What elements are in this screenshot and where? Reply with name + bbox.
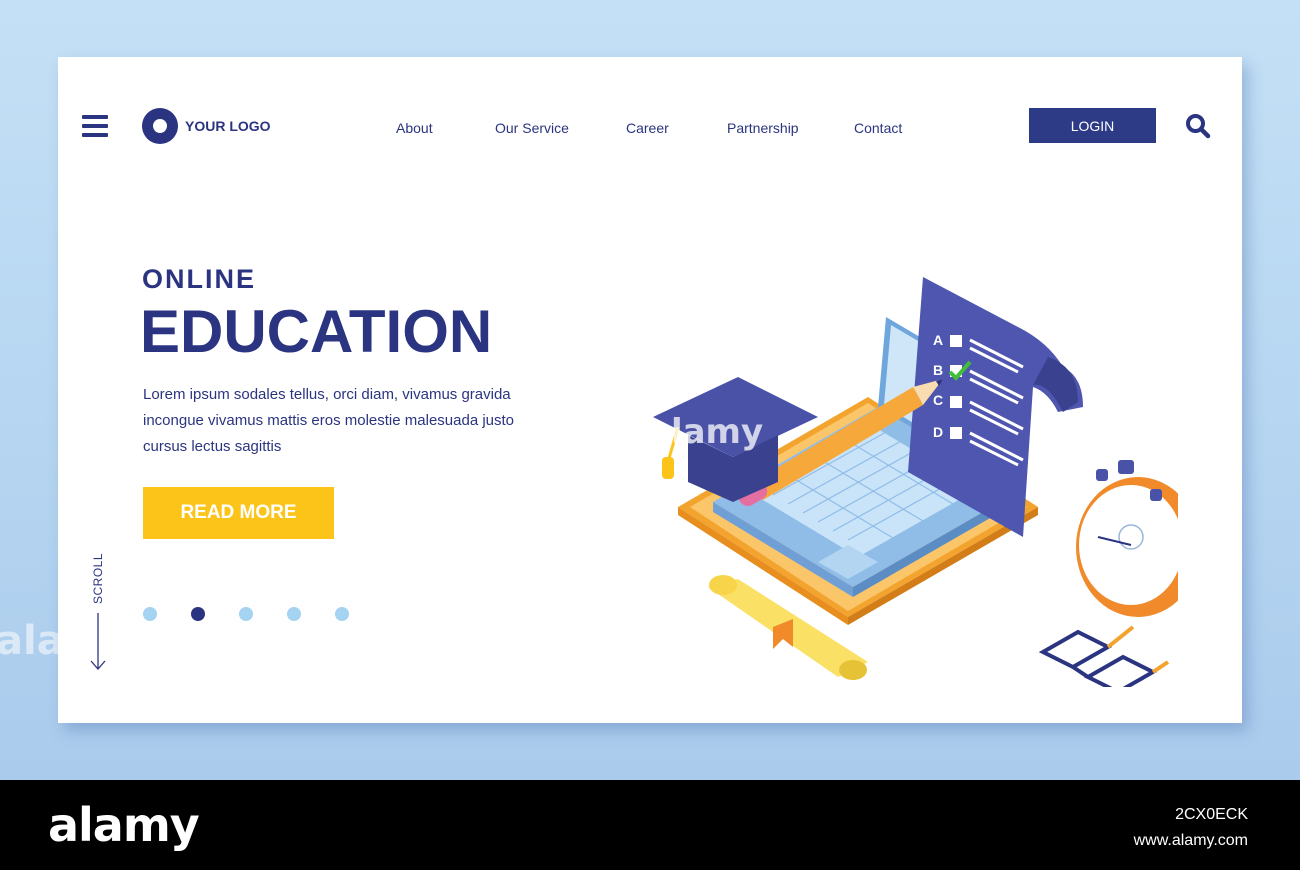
quiz-option-d: D (933, 424, 943, 440)
scroll-indicator[interactable]: SCROLL (88, 549, 112, 679)
nav-our-service[interactable]: Our Service (495, 120, 569, 136)
site-url: www.alamy.com (1133, 832, 1248, 849)
nav-about[interactable]: About (396, 120, 433, 136)
pagination-dot[interactable] (335, 607, 349, 621)
nav-partnership[interactable]: Partnership (727, 120, 799, 136)
stopwatch-icon (1076, 460, 1178, 617)
quiz-option-a: A (933, 332, 943, 348)
search-icon[interactable] (1185, 113, 1211, 139)
pagination-dot-active[interactable] (191, 607, 205, 621)
hero-subtitle: ONLINE (142, 264, 257, 294)
landing-card: YOUR LOGO About Our Service Career Partn… (58, 57, 1242, 723)
read-more-button[interactable]: READ MORE (143, 487, 334, 539)
watermark-footer: alamy 2CX0ECK www.alamy.com (0, 780, 1300, 870)
glasses-icon (1038, 625, 1170, 687)
pagination-dot[interactable] (287, 607, 301, 621)
hero-description: Lorem ipsum sodales tellus, orci diam, v… (143, 386, 515, 455)
image-id: 2CX0ECK (1175, 806, 1248, 823)
quiz-option-b: B (933, 362, 943, 378)
menu-icon[interactable] (82, 115, 108, 137)
logo-text[interactable]: YOUR LOGO (185, 118, 271, 134)
scroll-label: SCROLL (91, 552, 105, 604)
nav-contact[interactable]: Contact (854, 120, 902, 136)
logo-icon[interactable] (142, 108, 178, 144)
pagination-dots (143, 607, 349, 621)
hero-title: EDUCATION (140, 298, 493, 365)
pagination-dot[interactable] (239, 607, 253, 621)
arrow-down-icon (90, 613, 106, 670)
watermark-info: 2CX0ECK www.alamy.com (1134, 802, 1248, 854)
pagination-dot[interactable] (143, 607, 157, 621)
watermark-center: alamy (648, 412, 764, 452)
quiz-option-c: C (933, 392, 943, 408)
nav-career[interactable]: Career (626, 120, 669, 136)
login-button[interactable]: LOGIN (1029, 108, 1156, 143)
watermark-logo: alamy (48, 798, 200, 852)
